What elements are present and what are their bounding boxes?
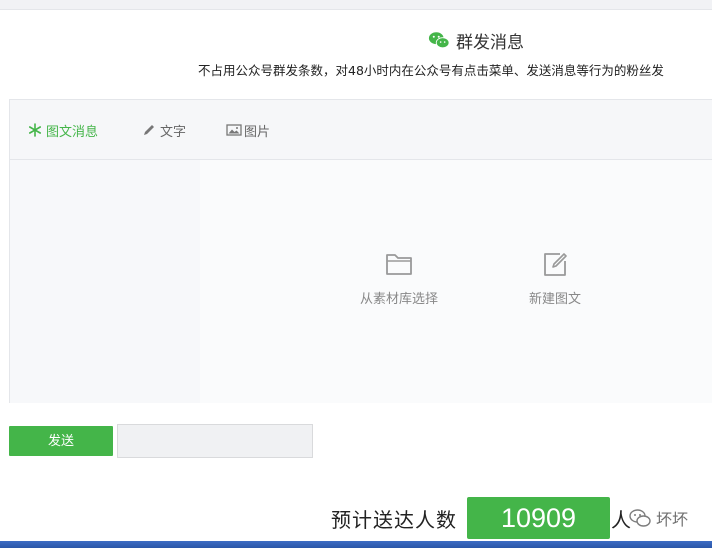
send-button[interactable]: 发送 — [9, 426, 113, 456]
taskbar-strip — [0, 541, 712, 548]
tab-text-label: 文字 — [160, 124, 187, 140]
folder-icon — [386, 254, 412, 275]
tab-news[interactable]: 图文消息 — [28, 120, 98, 140]
estimated-recipients-label: 预计送达人数 — [331, 507, 457, 532]
page-title: 群发消息 — [428, 27, 524, 53]
new-article-label: 新建图文 — [529, 292, 582, 307]
estimated-recipients: 预计送达人数 10909 人 — [331, 496, 631, 540]
message-editor: 图文消息 文字 图片 从素材库选择 新建图文 — [9, 99, 712, 403]
mass-send-page: 群发消息 不占用公众号群发条数，对48小时内在公众号有点击菜单、发送消息等行为的… — [0, 0, 712, 548]
editor-left-pane — [10, 160, 200, 403]
snowflake-icon — [28, 123, 42, 137]
image-icon — [226, 123, 242, 137]
tab-text[interactable]: 文字 — [142, 120, 186, 140]
pencil-icon — [142, 123, 156, 137]
editor-content-area: 从素材库选择 新建图文 — [10, 160, 712, 403]
wechat-watermark-icon — [629, 509, 651, 527]
select-from-library-button[interactable]: 从素材库选择 — [360, 250, 438, 307]
estimated-recipients-count: 10909 — [467, 497, 610, 539]
tab-news-label: 图文消息 — [46, 124, 99, 140]
new-article-button[interactable]: 新建图文 — [529, 250, 581, 307]
tab-image-label: 图片 — [244, 124, 271, 140]
top-strip — [0, 0, 712, 10]
aux-input-field[interactable] — [117, 424, 313, 458]
edit-icon — [544, 253, 567, 276]
page-title-text: 群发消息 — [456, 32, 524, 53]
watermark-text: 坏坏 — [656, 510, 689, 529]
mass-send-description: 不占用公众号群发条数，对48小时内在公众号有点击菜单、发送消息等行为的粉丝发 — [198, 63, 664, 78]
tab-image[interactable]: 图片 — [226, 120, 270, 140]
wechat-icon — [428, 29, 450, 51]
message-type-tabs: 图文消息 文字 图片 — [10, 100, 712, 160]
watermark: 坏坏 — [628, 506, 688, 530]
select-from-library-label: 从素材库选择 — [360, 292, 439, 307]
